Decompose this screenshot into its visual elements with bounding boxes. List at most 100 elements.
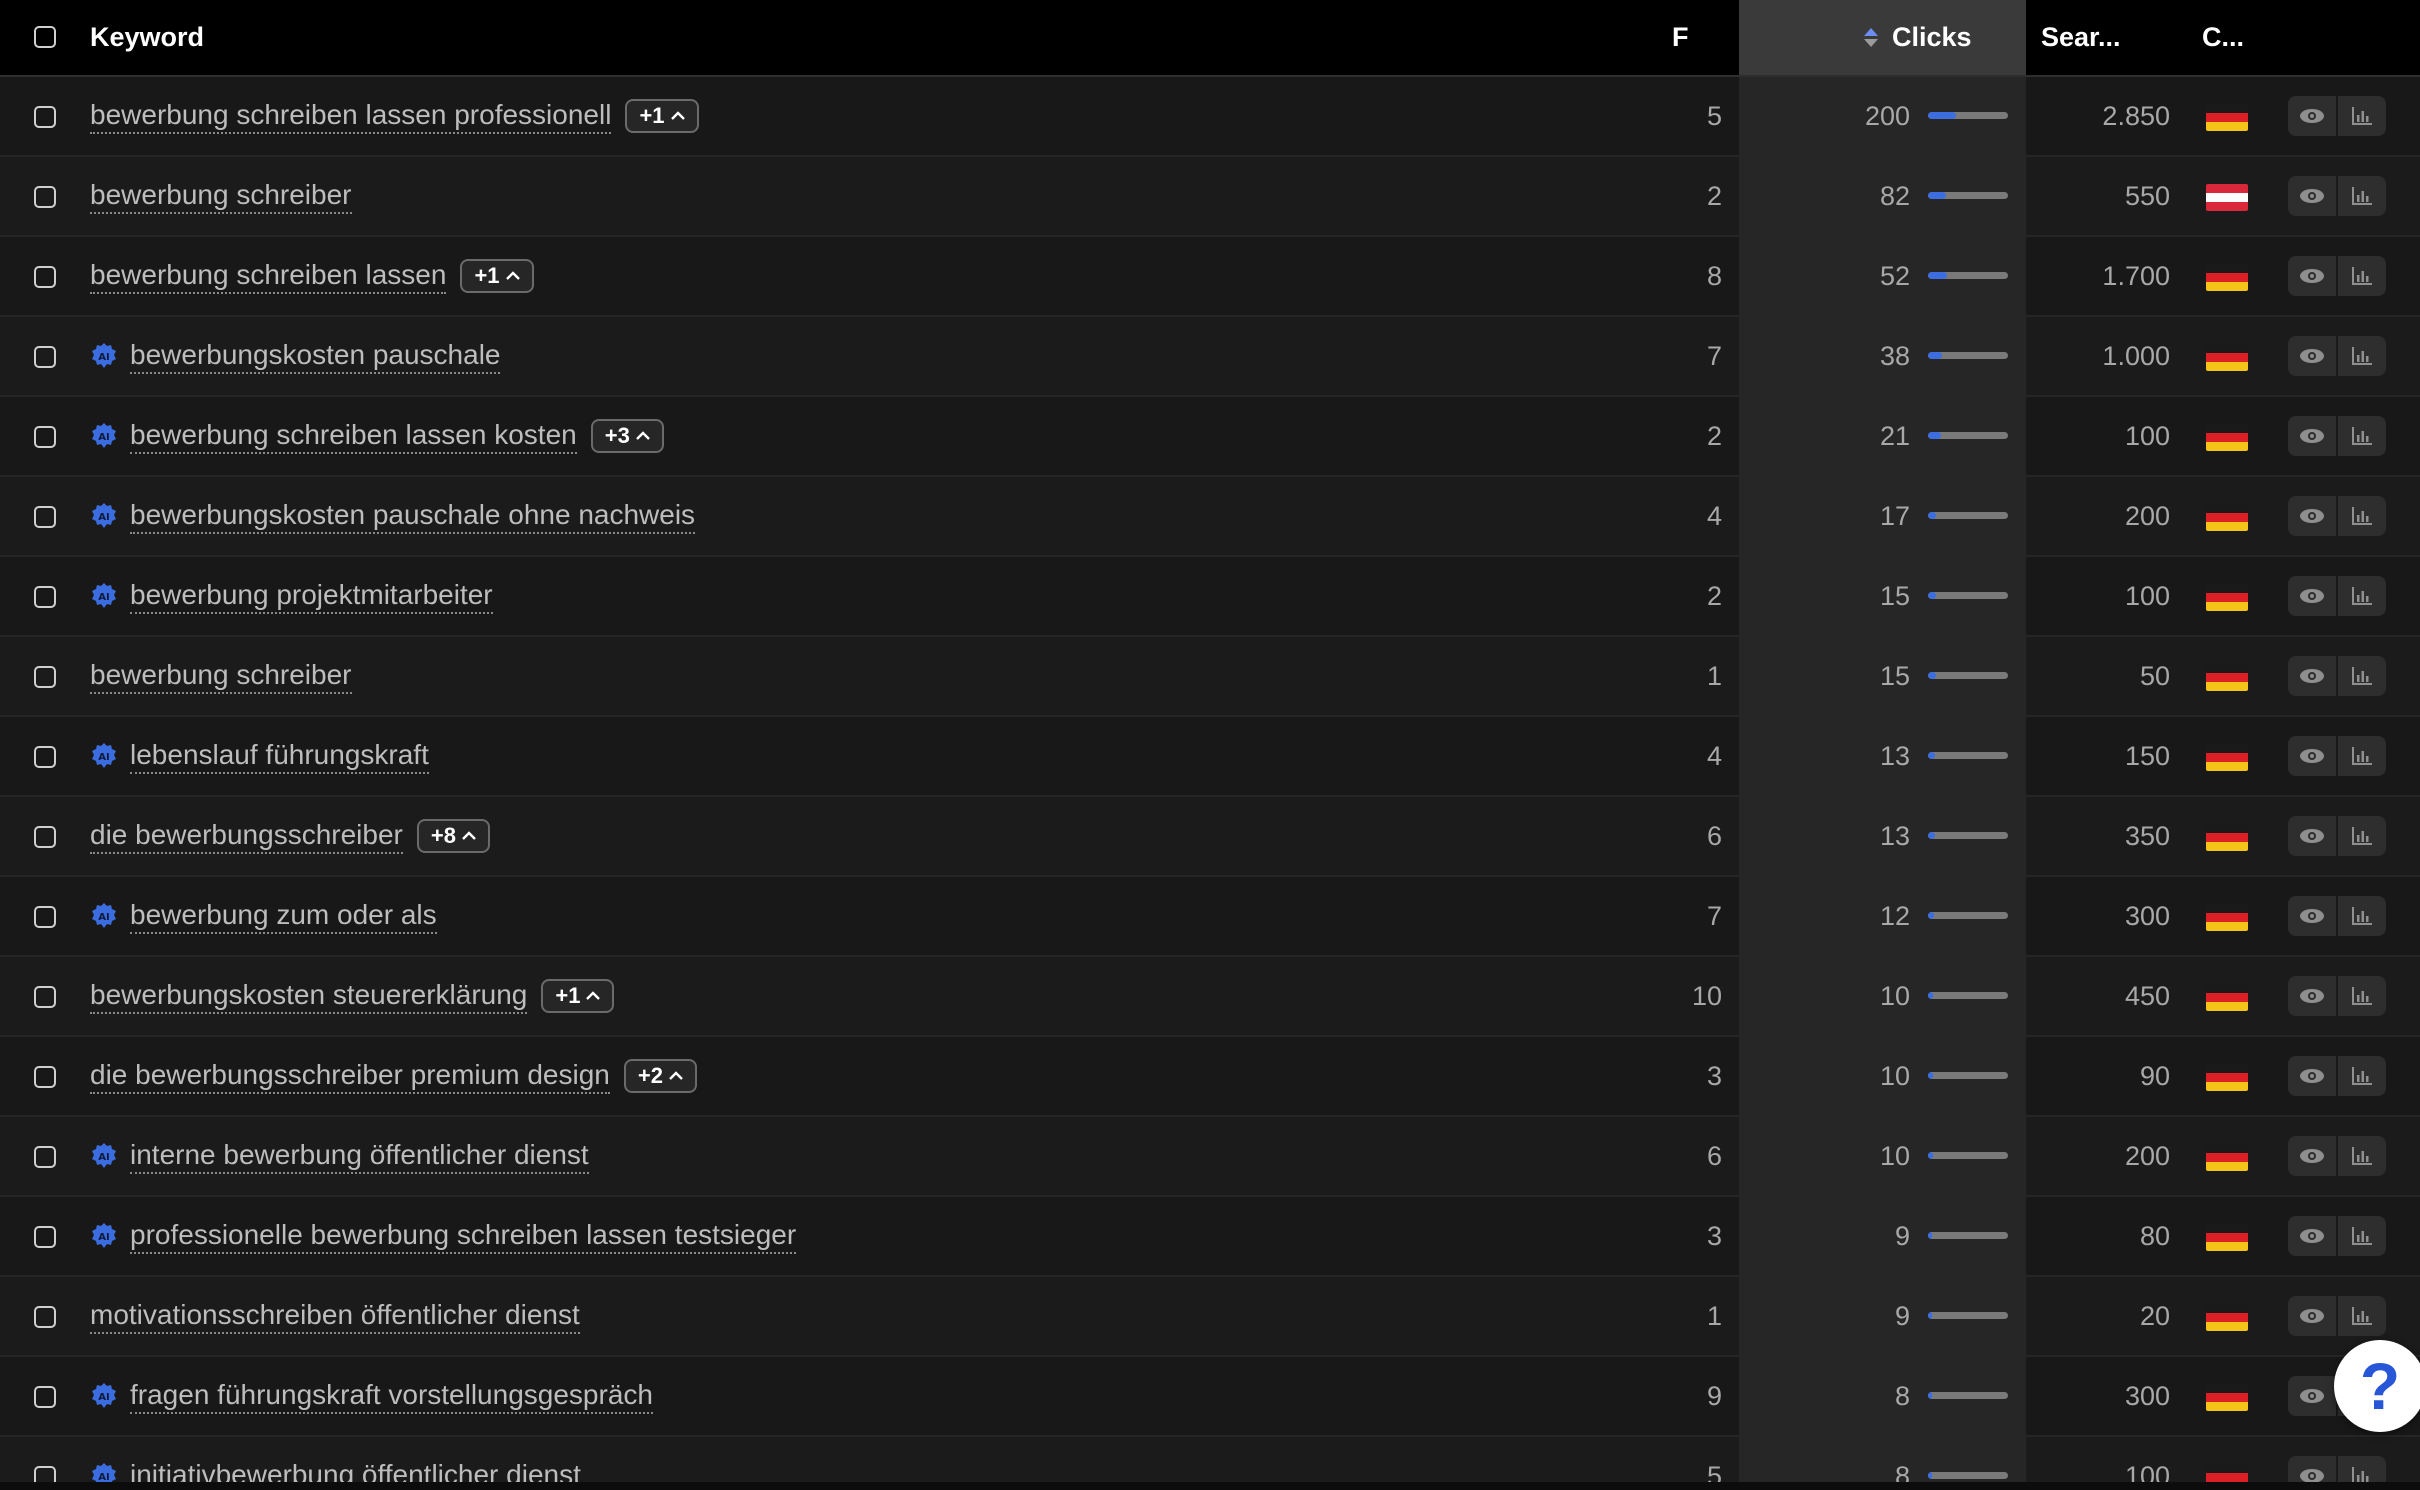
eye-icon[interactable] (2288, 1296, 2336, 1336)
eye-icon[interactable] (2288, 416, 2336, 456)
eye-icon[interactable] (2288, 496, 2336, 536)
chart-icon[interactable] (2338, 256, 2386, 296)
eye-icon[interactable] (2288, 1376, 2336, 1416)
eye-icon[interactable] (2288, 576, 2336, 616)
row-checkbox[interactable] (34, 666, 56, 688)
eye-icon[interactable] (2288, 896, 2336, 936)
table-row[interactable]: die bewerbungsschreiber +8 6 13 350 (0, 797, 2420, 877)
chart-icon[interactable] (2338, 176, 2386, 216)
keyword-link[interactable]: bewerbungskosten steuererklärung (90, 979, 528, 1014)
keyword-link[interactable]: bewerbung schreiber (90, 659, 352, 694)
eye-icon[interactable] (2288, 176, 2336, 216)
row-checkbox[interactable] (34, 186, 56, 208)
column-header-country[interactable]: C... (2202, 0, 2244, 75)
table-row[interactable]: AI fragen führungskraft vorstellungsgespr… (0, 1357, 2420, 1437)
row-checkbox[interactable] (34, 106, 56, 128)
chart-icon[interactable] (2338, 816, 2386, 856)
chart-icon[interactable] (2338, 576, 2386, 616)
column-header-search-volume[interactable]: Sear... (2041, 0, 2121, 75)
variants-toggle-button[interactable]: +1 (460, 259, 534, 293)
table-row[interactable]: AI bewerbungskosten pauschale ohne nachwe… (0, 477, 2420, 557)
table-row[interactable]: AI bewerbung projektmitarbeiter 2 15 100 (0, 557, 2420, 637)
chart-icon[interactable] (2338, 1056, 2386, 1096)
row-checkbox[interactable] (34, 346, 56, 368)
keyword-link[interactable]: bewerbung schreiben lassen kosten (130, 419, 577, 454)
row-checkbox[interactable] (34, 1386, 56, 1408)
keyword-link[interactable]: die bewerbungsschreiber premium design (90, 1059, 610, 1094)
eye-icon[interactable] (2288, 656, 2336, 696)
row-checkbox[interactable] (34, 826, 56, 848)
chart-icon[interactable] (2338, 1136, 2386, 1176)
help-button[interactable]: ? (2334, 1340, 2420, 1432)
chart-icon[interactable] (2338, 336, 2386, 376)
row-checkbox[interactable] (34, 746, 56, 768)
table-row[interactable]: AI lebenslauf führungskraft 4 13 150 (0, 717, 2420, 797)
row-checkbox[interactable] (34, 1066, 56, 1088)
clicks-value: 8 (1894, 1380, 1910, 1411)
eye-icon[interactable] (2288, 736, 2336, 776)
chart-icon[interactable] (2338, 96, 2386, 136)
row-checkbox[interactable] (34, 906, 56, 928)
chart-icon[interactable] (2338, 416, 2386, 456)
keyword-link[interactable]: bewerbung zum oder als (130, 899, 437, 934)
keyword-link[interactable]: bewerbung projektmitarbeiter (130, 579, 493, 614)
table-row[interactable]: AI bewerbungskosten pauschale 7 38 1.000 (0, 317, 2420, 397)
table-row[interactable]: AI interne bewerbung öffentlicher dienst 6… (0, 1117, 2420, 1197)
row-checkbox[interactable] (34, 586, 56, 608)
keyword-link[interactable]: interne bewerbung öffentlicher dienst (130, 1139, 589, 1174)
eye-icon[interactable] (2288, 256, 2336, 296)
table-row[interactable]: AI professionelle bewerbung schreiben las… (0, 1197, 2420, 1277)
row-checkbox[interactable] (34, 426, 56, 448)
column-header-clicks[interactable]: Clicks (1864, 0, 1972, 75)
keyword-link[interactable]: fragen führungskraft vorstellungsgespräc… (130, 1379, 653, 1414)
table-row[interactable]: bewerbungskosten steuererklärung +1 10 10 45… (0, 957, 2420, 1037)
chart-icon[interactable] (2338, 896, 2386, 936)
eye-icon[interactable] (2288, 336, 2336, 376)
eye-icon[interactable] (2288, 816, 2336, 856)
eye-icon[interactable] (2288, 1136, 2336, 1176)
eye-icon[interactable] (2288, 1056, 2336, 1096)
row-checkbox[interactable] (34, 1226, 56, 1248)
chart-icon[interactable] (2338, 1216, 2386, 1256)
row-checkbox[interactable] (34, 1146, 56, 1168)
chart-icon[interactable] (2338, 976, 2386, 1016)
keyword-link[interactable]: professionelle bewerbung schreiben lasse… (130, 1219, 797, 1254)
keyword-link[interactable]: bewerbung schreiben lassen (90, 259, 447, 294)
variants-toggle-button[interactable]: +1 (541, 979, 615, 1013)
row-checkbox[interactable] (34, 986, 56, 1008)
table-row[interactable]: bewerbung schreiben lassen +1 8 52 1.700 (0, 237, 2420, 317)
table-row[interactable]: motivationsschreiben öffentlicher dienst… (0, 1277, 2420, 1357)
keyword-link[interactable]: bewerbung schreiber (90, 179, 352, 214)
column-header-f[interactable]: F (1672, 0, 1689, 75)
table-row[interactable]: bewerbung schreiber 2 82 550 (0, 157, 2420, 237)
keyword-cell: bewerbung schreiber (90, 637, 352, 715)
keyword-link[interactable]: bewerbungskosten pauschale (130, 339, 501, 374)
column-header-keyword[interactable]: Keyword (90, 0, 204, 75)
table-row[interactable]: bewerbung schreiber 1 15 50 (0, 637, 2420, 717)
table-row[interactable]: AI bewerbung schreiben lassen kosten +3 2 21… (0, 397, 2420, 477)
chart-icon[interactable] (2338, 496, 2386, 536)
row-checkbox[interactable] (34, 1306, 56, 1328)
variants-toggle-button[interactable]: +2 (623, 1059, 697, 1093)
keyword-link[interactable]: lebenslauf führungskraft (130, 739, 429, 774)
keyword-link[interactable]: bewerbung schreiben lassen professionell (90, 99, 612, 134)
select-all-checkbox[interactable] (34, 26, 56, 48)
table-row[interactable]: die bewerbungsschreiber premium design +2… (0, 1037, 2420, 1117)
table-row[interactable]: bewerbung schreiben lassen professionell… (0, 77, 2420, 157)
chart-icon[interactable] (2338, 736, 2386, 776)
table-row[interactable]: AI bewerbung zum oder als 7 12 300 (0, 877, 2420, 957)
keyword-link[interactable]: bewerbungskosten pauschale ohne nachweis (130, 499, 696, 534)
keyword-link[interactable]: die bewerbungsschreiber (90, 819, 403, 854)
variants-toggle-button[interactable]: +1 (625, 99, 699, 133)
variants-toggle-button[interactable]: +8 (416, 819, 490, 853)
row-checkbox[interactable] (34, 266, 56, 288)
chart-icon[interactable] (2338, 656, 2386, 696)
eye-icon[interactable] (2288, 1216, 2336, 1256)
eye-icon[interactable] (2288, 976, 2336, 1016)
sort-icon[interactable] (1864, 27, 1878, 48)
variants-toggle-button[interactable]: +3 (590, 419, 664, 453)
keyword-link[interactable]: motivationsschreiben öffentlicher dienst (90, 1299, 580, 1334)
eye-icon[interactable] (2288, 96, 2336, 136)
chart-icon[interactable] (2338, 1296, 2386, 1336)
row-checkbox[interactable] (34, 506, 56, 528)
